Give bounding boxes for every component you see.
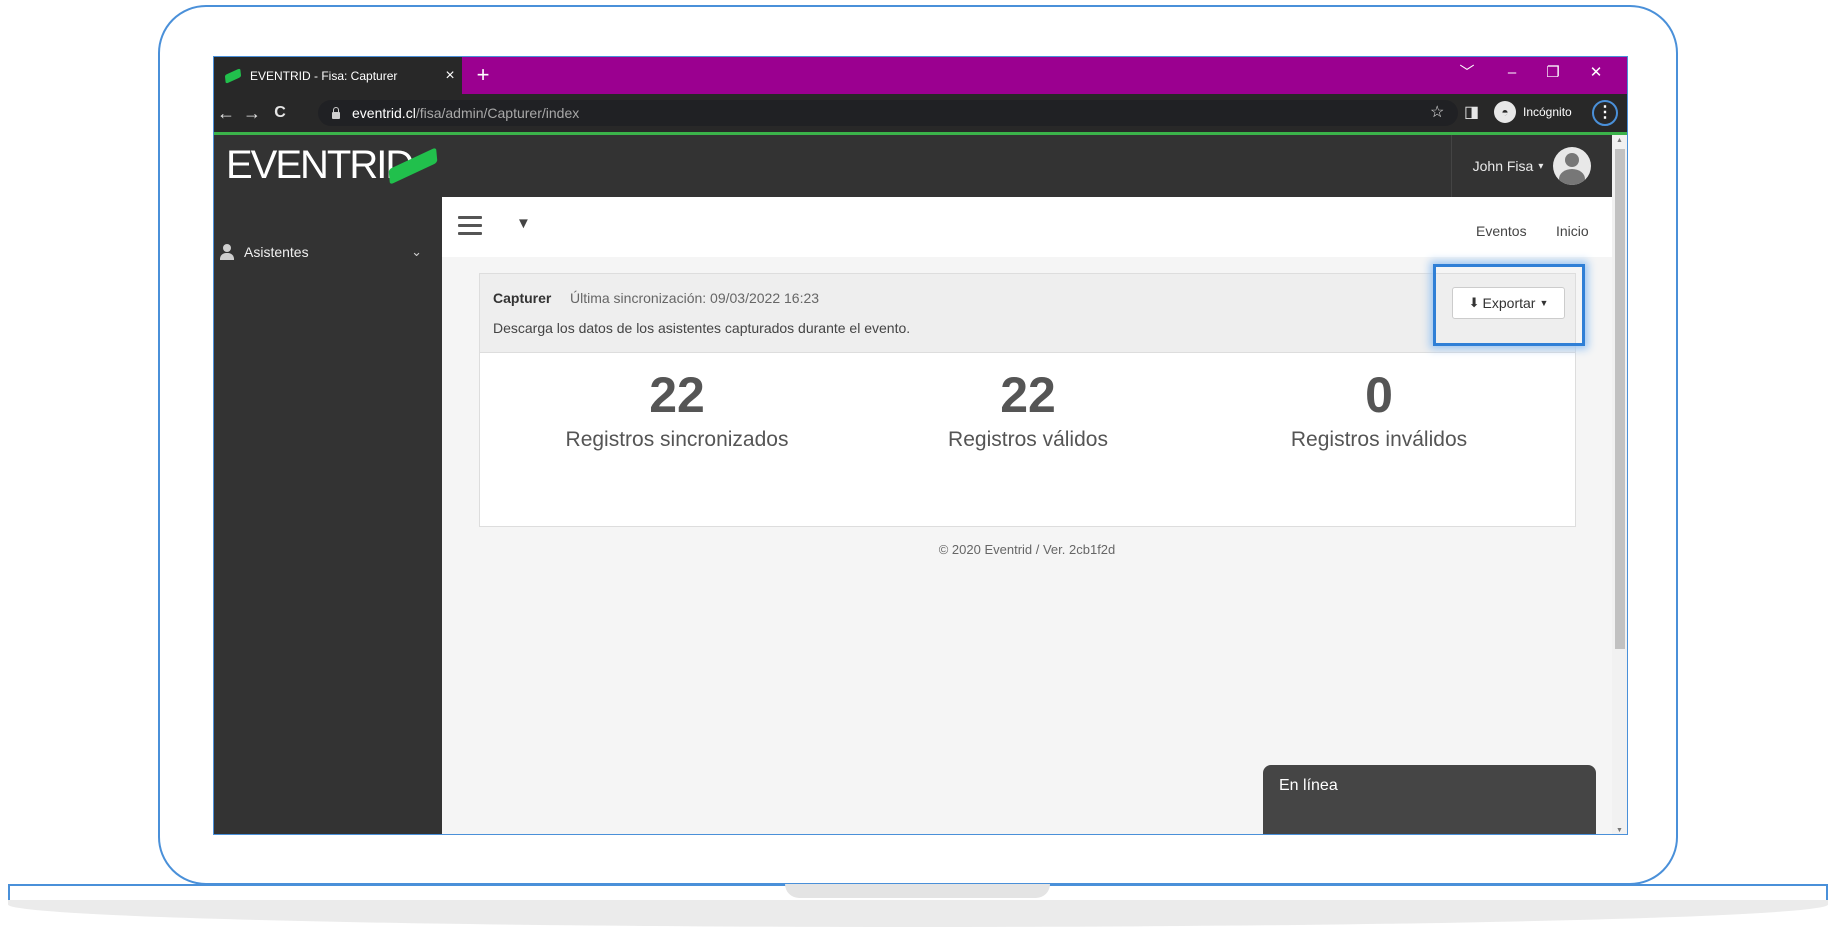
url-path: /fisa/admin/Capturer/index	[415, 105, 580, 121]
stat-label: Registros inválidos	[1290, 428, 1468, 451]
user-caret-icon: ▾	[1538, 160, 1544, 172]
browser-menu-button[interactable]: ⋮	[1592, 100, 1618, 126]
tab-search-icon[interactable]: ﹀	[1453, 63, 1481, 83]
hamburger-menu-icon[interactable]	[458, 216, 482, 236]
web-page: EVENTRID John Fisa ▾ Asistentes ⌄ ▼ Even…	[214, 135, 1612, 834]
scroll-thumb[interactable]	[1615, 149, 1625, 649]
export-label: Exportar	[1482, 295, 1536, 311]
tab-close-icon[interactable]: ×	[438, 67, 462, 85]
avatar	[1553, 147, 1592, 185]
ticket-favicon-icon	[224, 67, 242, 84]
scroll-down-icon[interactable]: ▼	[1616, 827, 1623, 834]
browser-tabstrip: EVENTRID - Fisa: Capturer × + ﹀ – ❐ ✕	[214, 57, 1627, 94]
page-scrollbar[interactable]: ▲ ▼	[1612, 135, 1627, 834]
capturer-panel: Capturer Última sincronización: 09/03/20…	[479, 264, 1585, 527]
main-content: ▼ Eventos Inicio Capturer Última sincron…	[442, 197, 1612, 834]
nav-link-inicio[interactable]: Inicio	[1556, 223, 1589, 239]
incognito-label: Incógnito	[1523, 105, 1572, 119]
address-bar[interactable]: eventrid.cl/fisa/admin/Capturer/index	[318, 100, 1458, 126]
chevron-down-icon: ⌄	[411, 244, 422, 259]
chat-widget[interactable]: En línea	[1263, 765, 1596, 834]
browser-tab[interactable]: EVENTRID - Fisa: Capturer ×	[214, 57, 462, 94]
sidebar-item-label: Asistentes	[244, 244, 309, 260]
new-tab-button[interactable]: +	[470, 63, 496, 87]
sidebar-item-asistentes[interactable]: Asistentes ⌄	[214, 237, 442, 267]
incognito-indicator[interactable]: ◓ Incógnito	[1494, 101, 1572, 123]
reload-button[interactable]: C	[268, 102, 292, 124]
last-sync-text: Última sincronización: 09/03/2022 16:23	[570, 290, 820, 306]
url-host: eventrid.cl	[352, 105, 416, 121]
laptop-base-bottom	[8, 900, 1828, 927]
stat-value: 22	[649, 367, 705, 423]
caret-down-icon: ▼	[1539, 298, 1549, 308]
app-topbar: EVENTRID John Fisa ▾	[214, 135, 1612, 197]
app-logo[interactable]: EVENTRID	[226, 143, 414, 188]
laptop-notch	[785, 884, 1050, 898]
user-menu[interactable]: John Fisa ▾	[1451, 135, 1612, 197]
restore-button[interactable]: ❐	[1539, 63, 1567, 83]
stat-invalid: 0 Registros inválidos	[1209, 366, 1549, 452]
stat-value: 22	[1000, 367, 1056, 423]
stat-value: 0	[1365, 367, 1393, 423]
export-highlight: ⬇ Exportar ▼	[1433, 264, 1585, 346]
side-panel-icon[interactable]: ◨	[1464, 102, 1479, 124]
lock-icon	[332, 106, 340, 119]
scroll-up-icon[interactable]: ▲	[1616, 137, 1623, 144]
nav-link-eventos[interactable]: Eventos	[1476, 223, 1527, 239]
stat-synced: 22 Registros sincronizados	[507, 366, 847, 452]
chat-status: En línea	[1279, 777, 1338, 794]
browser-toolbar: ← → C eventrid.cl/fisa/admin/Capturer/in…	[214, 94, 1627, 132]
download-icon: ⬇	[1468, 295, 1480, 310]
user-name: John Fisa	[1472, 158, 1534, 174]
tab-title: EVENTRID - Fisa: Capturer	[250, 68, 398, 83]
screen: EVENTRID - Fisa: Capturer × + ﹀ – ❐ ✕ ← …	[213, 56, 1628, 835]
content-header: ▼ Eventos Inicio	[442, 197, 1612, 257]
close-window-button[interactable]: ✕	[1582, 63, 1610, 83]
forward-button[interactable]: →	[240, 102, 264, 124]
panel-title: Capturer	[493, 290, 552, 306]
page-footer: © 2020 Eventrid / Ver. 2cb1f2d	[938, 542, 1116, 557]
person-icon	[220, 244, 234, 260]
stat-label: Registros sincronizados	[565, 428, 789, 451]
sidebar: Asistentes ⌄	[214, 197, 442, 834]
export-button[interactable]: ⬇ Exportar ▼	[1452, 287, 1565, 319]
panel-description: Descarga los datos de los asistentes cap…	[493, 320, 911, 336]
back-button[interactable]: ←	[214, 102, 238, 124]
minimize-button[interactable]: –	[1498, 63, 1526, 83]
incognito-icon: ◓	[1494, 101, 1516, 123]
stat-valid: 22 Registros válidos	[858, 366, 1198, 452]
caret-down-icon[interactable]: ▼	[516, 215, 531, 232]
panel-header: Capturer Última sincronización: 09/03/20…	[480, 264, 1585, 353]
bookmark-star-icon[interactable]: ☆	[1430, 102, 1444, 124]
stat-label: Registros válidos	[948, 428, 1108, 451]
